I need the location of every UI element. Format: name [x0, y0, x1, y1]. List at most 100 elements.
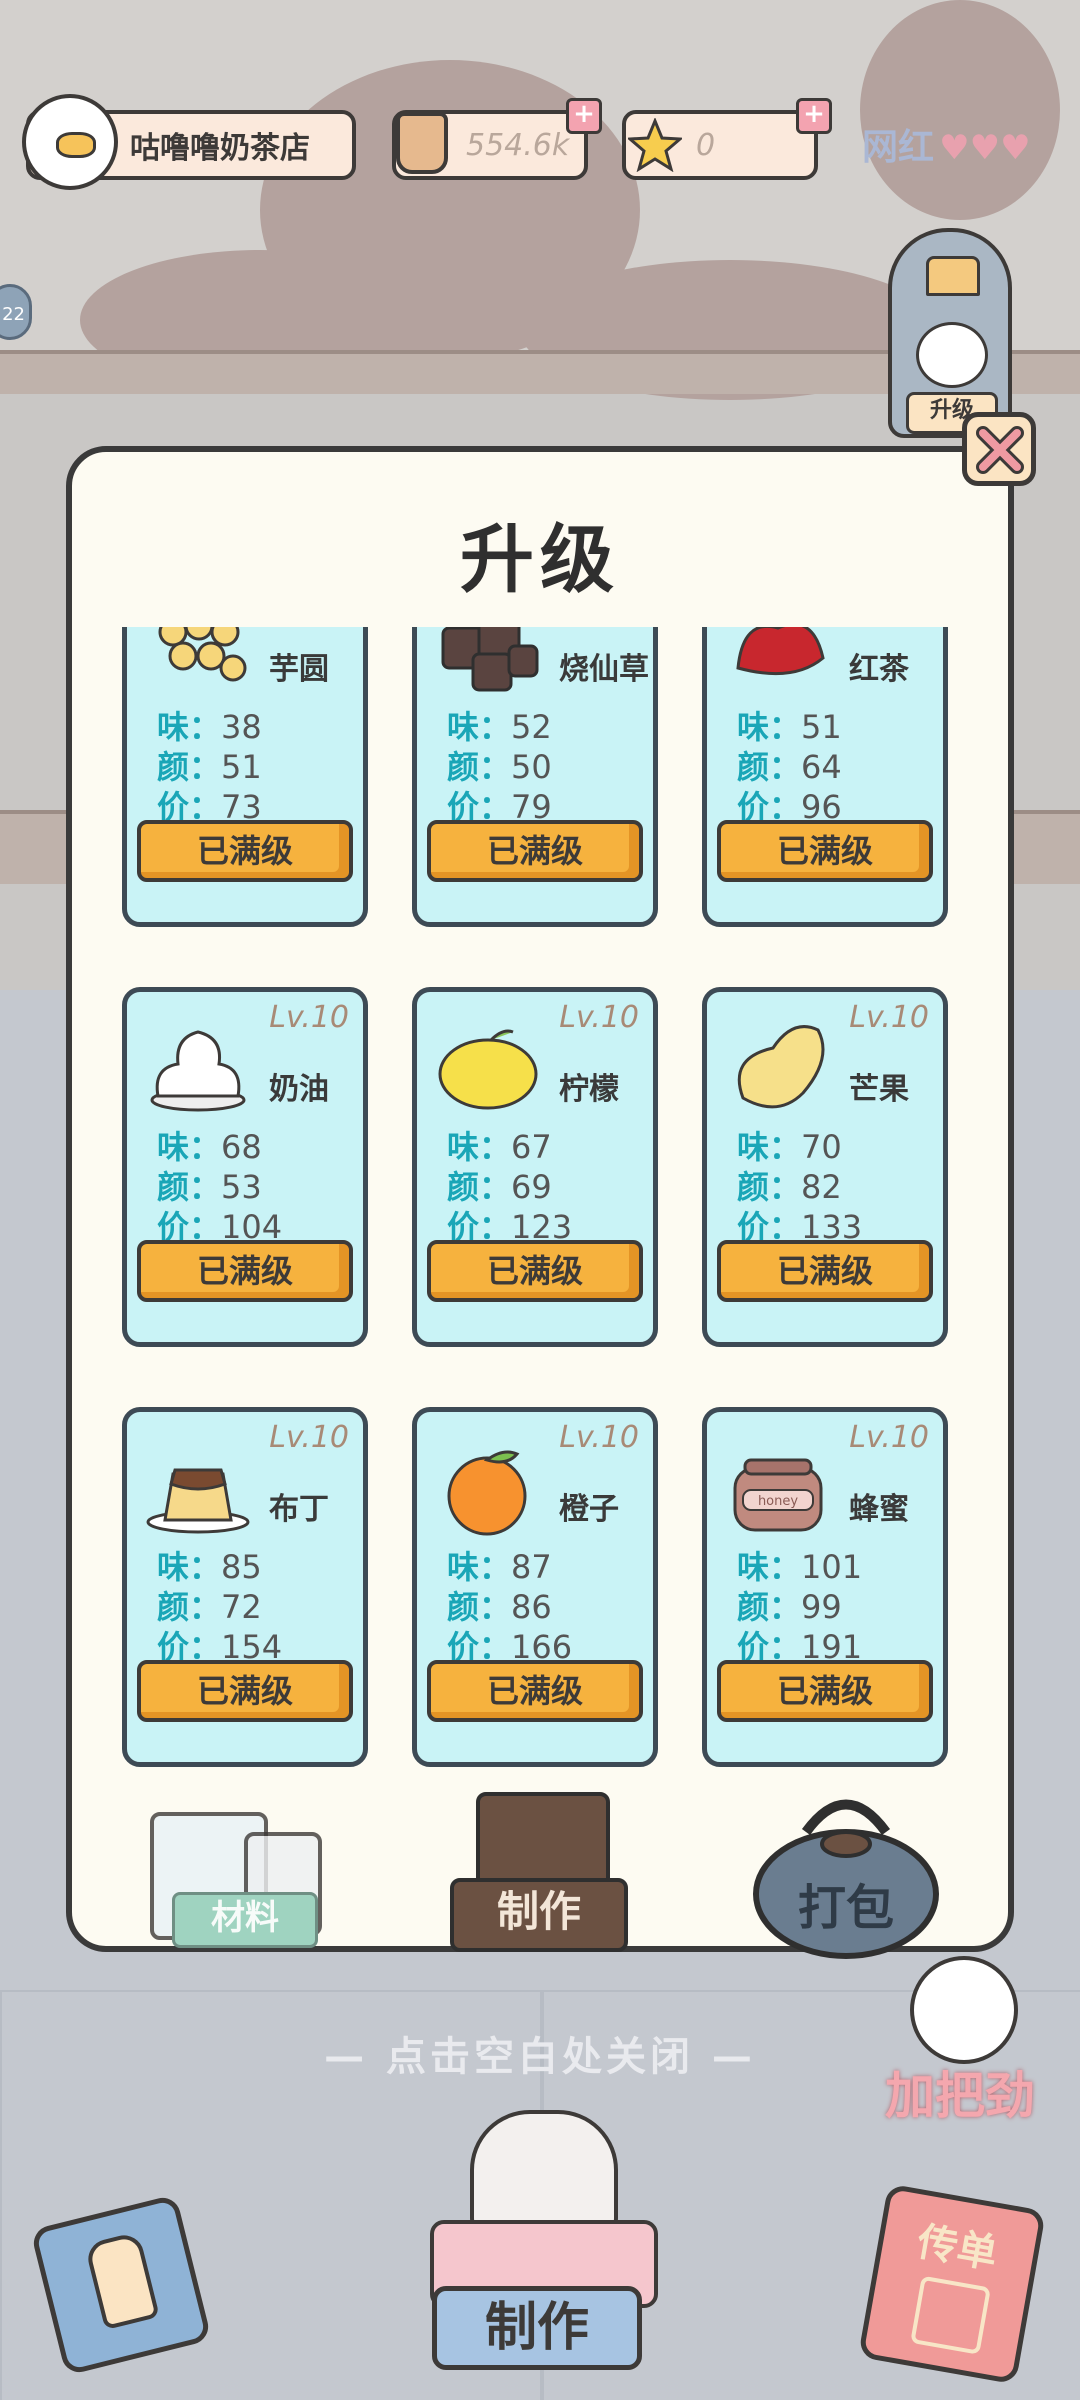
maxed-button[interactable]: 已满级 [137, 820, 353, 882]
look-label: 颜： [737, 1168, 802, 1206]
flyer-button[interactable]: 传单 [857, 2183, 1047, 2385]
honey-icon: honey [723, 1438, 833, 1538]
taste-label: 味： [447, 1548, 512, 1586]
level-label: Lv.10 [269, 1000, 349, 1035]
avatar[interactable] [22, 94, 118, 190]
maxed-button[interactable]: 已满级 [427, 1240, 643, 1302]
upgrade-grid: 芋圆 味：38 颜：51 价：73 已满级 烧仙草 味：52 颜：50 价：79 已满级 红茶 味：5… [122, 627, 952, 1769]
tab-materials[interactable]: 材料 [144, 1812, 334, 1952]
maxed-button[interactable]: 已满级 [137, 1240, 353, 1302]
look-value: 69 [511, 1168, 552, 1206]
upgrade-card[interactable]: Lv.10 布丁 味：85 颜：72 价：154 已满级 [122, 1407, 368, 1767]
look-value: 82 [801, 1168, 842, 1206]
taste-value: 67 [511, 1128, 552, 1166]
tab-make-label: 制作 [450, 1878, 628, 1952]
duck-face-icon [56, 132, 96, 158]
taste-label: 味： [157, 1548, 222, 1586]
look-value: 53 [221, 1168, 262, 1206]
taste-label: 味： [737, 1548, 802, 1586]
duck-mascot-icon [916, 322, 988, 388]
taste-value: 87 [511, 1548, 552, 1586]
maxed-button[interactable]: 已满级 [427, 820, 643, 882]
mango-icon [723, 1018, 833, 1118]
tab-pack[interactable]: 打包 [746, 1782, 946, 1962]
upgrade-card[interactable]: Lv.10 芒果 味：70 颜：82 价：133 已满级 [702, 987, 948, 1347]
taste-value: 70 [801, 1128, 842, 1166]
look-value: 86 [511, 1588, 552, 1626]
ingredient-name: 烧仙草 [559, 652, 649, 687]
maxed-button[interactable]: 已满级 [717, 820, 933, 882]
level-label: Lv.10 [269, 1420, 349, 1455]
maxed-button[interactable]: 已满级 [427, 1660, 643, 1722]
upgrade-card[interactable]: 烧仙草 味：52 颜：50 价：79 已满级 [412, 627, 658, 927]
look-label: 颜： [157, 1168, 222, 1206]
npc-sign[interactable]: 升级 [888, 228, 1012, 438]
pudding-icon [143, 1438, 253, 1538]
look-value: 72 [221, 1588, 262, 1626]
ingredient-name: 蜂蜜 [849, 1492, 909, 1527]
upgrade-card[interactable]: 红茶 味：51 颜：64 价：96 已满级 [702, 627, 948, 927]
ingredient-name: 芒果 [849, 1072, 909, 1107]
add-stars-button[interactable]: + [796, 98, 832, 134]
level-label: Lv.10 [559, 1420, 639, 1455]
look-label: 颜： [737, 1588, 802, 1626]
coin-count: 554.6k [466, 127, 570, 163]
look-label: 颜： [737, 748, 802, 786]
wall-stain [860, 0, 1060, 220]
look-label: 颜： [447, 748, 512, 786]
add-coins-button[interactable]: + [566, 98, 602, 134]
look-label: 颜： [447, 1588, 512, 1626]
grass-jelly-icon [433, 627, 543, 698]
look-value: 99 [801, 1588, 842, 1626]
side-badge[interactable]: 22 [0, 284, 32, 340]
upgrade-card[interactable]: Lv.10 奶油 味：68 颜：53 价：104 已满级 [122, 987, 368, 1347]
black-tea-icon [723, 627, 833, 698]
maxed-button[interactable]: 已满级 [717, 1240, 933, 1302]
level-label: Lv.10 [849, 1420, 929, 1455]
honey-jar-text: honey [758, 1494, 798, 1509]
taste-label: 味： [157, 1128, 222, 1166]
flyer-label: 传单 [913, 2218, 1001, 2278]
taste-value: 68 [221, 1128, 262, 1166]
make-button-label: 制作 [432, 2286, 642, 2370]
level-label: Lv.10 [849, 1000, 929, 1035]
cheer-mascot[interactable]: 加把劲 [860, 1956, 1060, 2126]
level-label: Lv.10 [559, 1000, 639, 1035]
look-value: 51 [221, 748, 262, 786]
taste-label: 味： [157, 708, 222, 746]
taste-value: 101 [801, 1548, 863, 1586]
look-value: 50 [511, 748, 552, 786]
side-badge-count: 22 [2, 304, 25, 325]
look-label: 颜： [157, 1588, 222, 1626]
make-button[interactable]: 制作 [420, 2110, 660, 2380]
ingredient-name: 红茶 [849, 652, 909, 687]
influencer-badge[interactable]: 网红 ♥♥♥ [862, 118, 1052, 174]
ingredient-name: 橙子 [559, 1492, 619, 1527]
upgrade-card[interactable]: Lv.10 橙子 味：87 颜：86 价：166 已满级 [412, 1407, 658, 1767]
flyer-box-icon [910, 2275, 991, 2355]
taste-label: 味： [447, 1128, 512, 1166]
taste-label: 味： [447, 708, 512, 746]
taste-label: 味： [737, 1128, 802, 1166]
taro-ball-icon [143, 627, 253, 698]
ingredient-name: 布丁 [269, 1492, 329, 1527]
close-button[interactable] [962, 412, 1036, 486]
upgrade-card[interactable]: Lv.10 honey 蜂蜜 味：101 颜：99 价：191 已满级 [702, 1407, 948, 1767]
star-icon [626, 117, 684, 173]
cream-icon [143, 1018, 253, 1118]
upgrade-card[interactable]: 芋圆 味：38 颜：51 价：73 已满级 [122, 627, 368, 927]
modal-title: 升级 [460, 517, 620, 603]
duck-icon [910, 1956, 1018, 2064]
tab-make[interactable]: 制作 [446, 1782, 636, 1952]
taste-value: 52 [511, 708, 552, 746]
heart-icon: ♥♥♥ [939, 128, 1031, 168]
taste-label: 味： [737, 708, 802, 746]
exclamation-icon [84, 2231, 160, 2331]
upgrade-card[interactable]: Lv.10 柠檬 味：67 颜：69 价：123 已满级 [412, 987, 658, 1347]
bubble-tea-icon [396, 112, 448, 174]
taste-value: 51 [801, 708, 842, 746]
taste-value: 38 [221, 708, 262, 746]
tab-materials-label: 材料 [172, 1892, 318, 1948]
maxed-button[interactable]: 已满级 [717, 1660, 933, 1722]
maxed-button[interactable]: 已满级 [137, 1660, 353, 1722]
